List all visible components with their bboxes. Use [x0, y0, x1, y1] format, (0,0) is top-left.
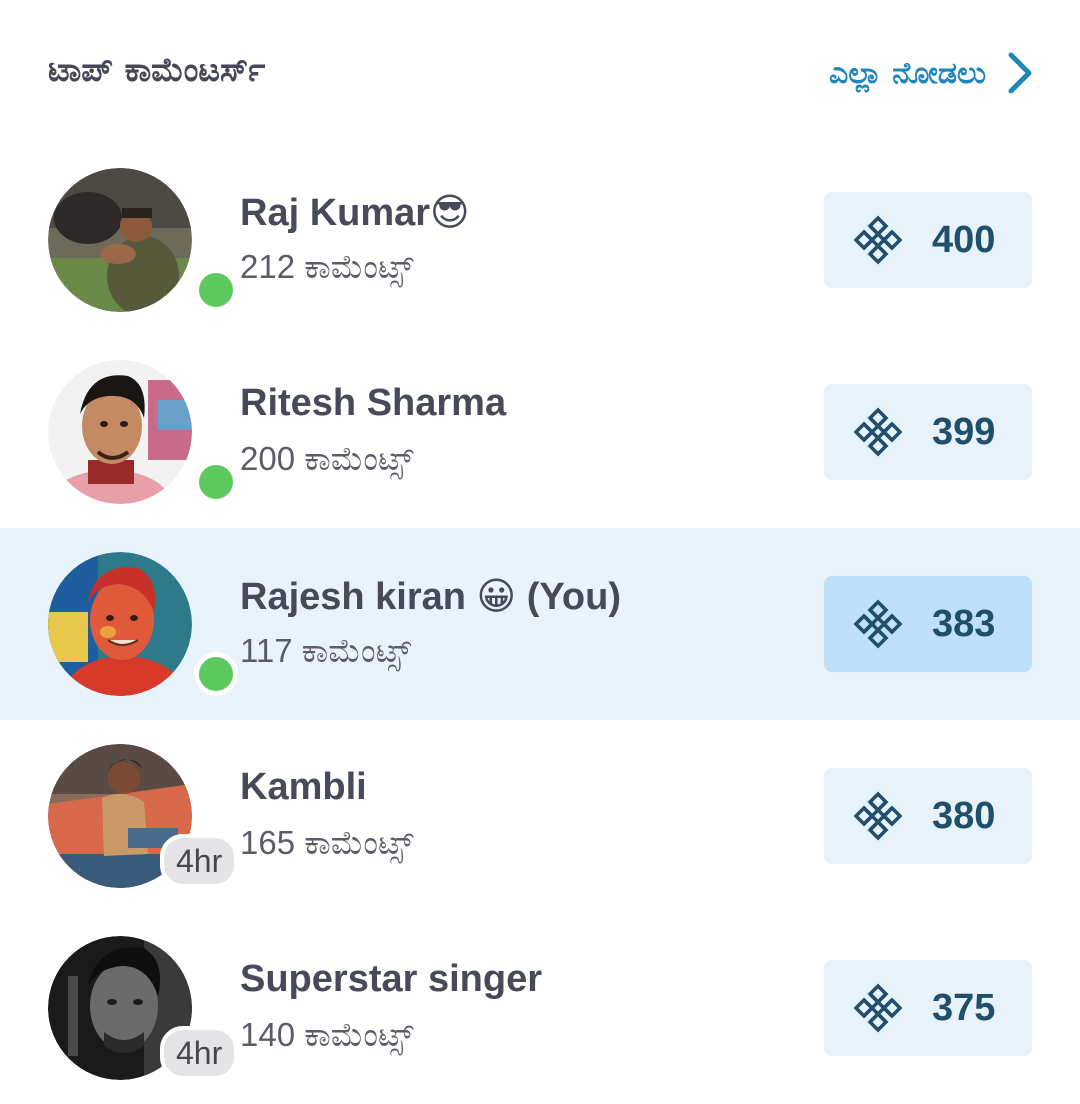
top-commenters-header: ಟಾಪ್ ಕಾಮೆಂಟರ್ಸ್ ಎಲ್ಲಾ ನೋಡಲು — [0, 0, 1080, 150]
endless-knot-icon — [853, 791, 903, 841]
score-value: 399 — [932, 410, 996, 453]
avatar[interactable] — [48, 552, 192, 696]
score-value: 400 — [932, 218, 996, 261]
score-badge[interactable]: 400 — [824, 192, 1032, 288]
avatar-container — [48, 552, 238, 696]
avatar[interactable] — [48, 360, 192, 504]
section-title: ಟಾಪ್ ಕಾಮೆಂಟರ್ಸ್ — [48, 50, 266, 89]
commenter-name[interactable]: Ritesh Sharma — [240, 382, 506, 425]
commenters-list: Raj Kumar😎 212 ಕಾಮೆಂಟ್ಸ್ 400 Ritesh Shar… — [0, 144, 1080, 1104]
see-all-link[interactable]: ಎಲ್ಲಾ ನೋಡಲು — [829, 48, 1034, 98]
comment-count: 117 ಕಾಮೆಂಟ್ಸ್ — [240, 632, 412, 669]
comment-count: 200 ಕಾಮೆಂಟ್ಸ್ — [240, 440, 414, 477]
avatar-container: 4hr — [48, 744, 239, 888]
avatar-container — [48, 168, 238, 312]
list-item-self[interactable]: Rajesh kiran 😀 (You) 117 ಕಾಮೆಂಟ್ಸ್ 383 — [0, 528, 1080, 720]
commenter-name[interactable]: Kambli — [240, 766, 367, 809]
endless-knot-icon — [853, 599, 903, 649]
online-status-indicator — [194, 460, 238, 504]
list-item[interactable]: Ritesh Sharma 200 ಕಾಮೆಂಟ್ಸ್ 399 — [0, 336, 1080, 528]
comment-count: 165 ಕಾಮೆಂಟ್ಸ್ — [240, 824, 414, 861]
last-seen-badge: 4hr — [160, 834, 239, 888]
online-status-indicator — [194, 268, 238, 312]
commenter-name[interactable]: Superstar singer — [240, 958, 542, 1001]
score-badge[interactable]: 383 — [824, 576, 1032, 672]
endless-knot-icon — [853, 983, 903, 1033]
list-item[interactable]: 4hr Kambli 165 ಕಾಮೆಂಟ್ಸ್ 380 — [0, 720, 1080, 912]
list-item[interactable]: Raj Kumar😎 212 ಕಾಮೆಂಟ್ಸ್ 400 — [0, 144, 1080, 336]
score-value: 375 — [932, 986, 996, 1029]
endless-knot-icon — [853, 215, 903, 265]
list-item[interactable]: 4hr Superstar singer 140 ಕಾಮೆಂಟ್ಸ್ 375 — [0, 912, 1080, 1104]
comment-count: 140 ಕಾಮೆಂಟ್ಸ್ — [240, 1016, 414, 1053]
score-value: 380 — [932, 794, 996, 837]
avatar-container — [48, 360, 238, 504]
commenter-name[interactable]: Rajesh kiran 😀 (You) — [240, 574, 621, 619]
see-all-label: ಎಲ್ಲಾ ನೋಡಲು — [828, 55, 986, 91]
avatar-container: 4hr — [48, 936, 239, 1080]
score-value: 383 — [932, 602, 996, 645]
score-badge[interactable]: 375 — [824, 960, 1032, 1056]
avatar[interactable] — [48, 168, 192, 312]
score-badge[interactable]: 380 — [824, 768, 1032, 864]
comment-count: 212 ಕಾಮೆಂಟ್ಸ್ — [240, 248, 414, 285]
commenter-name[interactable]: Raj Kumar😎 — [240, 190, 470, 235]
score-badge[interactable]: 399 — [824, 384, 1032, 480]
chevron-right-icon — [1008, 52, 1032, 94]
endless-knot-icon — [853, 407, 903, 457]
last-seen-badge: 4hr — [160, 1026, 239, 1080]
online-status-indicator — [194, 652, 238, 696]
